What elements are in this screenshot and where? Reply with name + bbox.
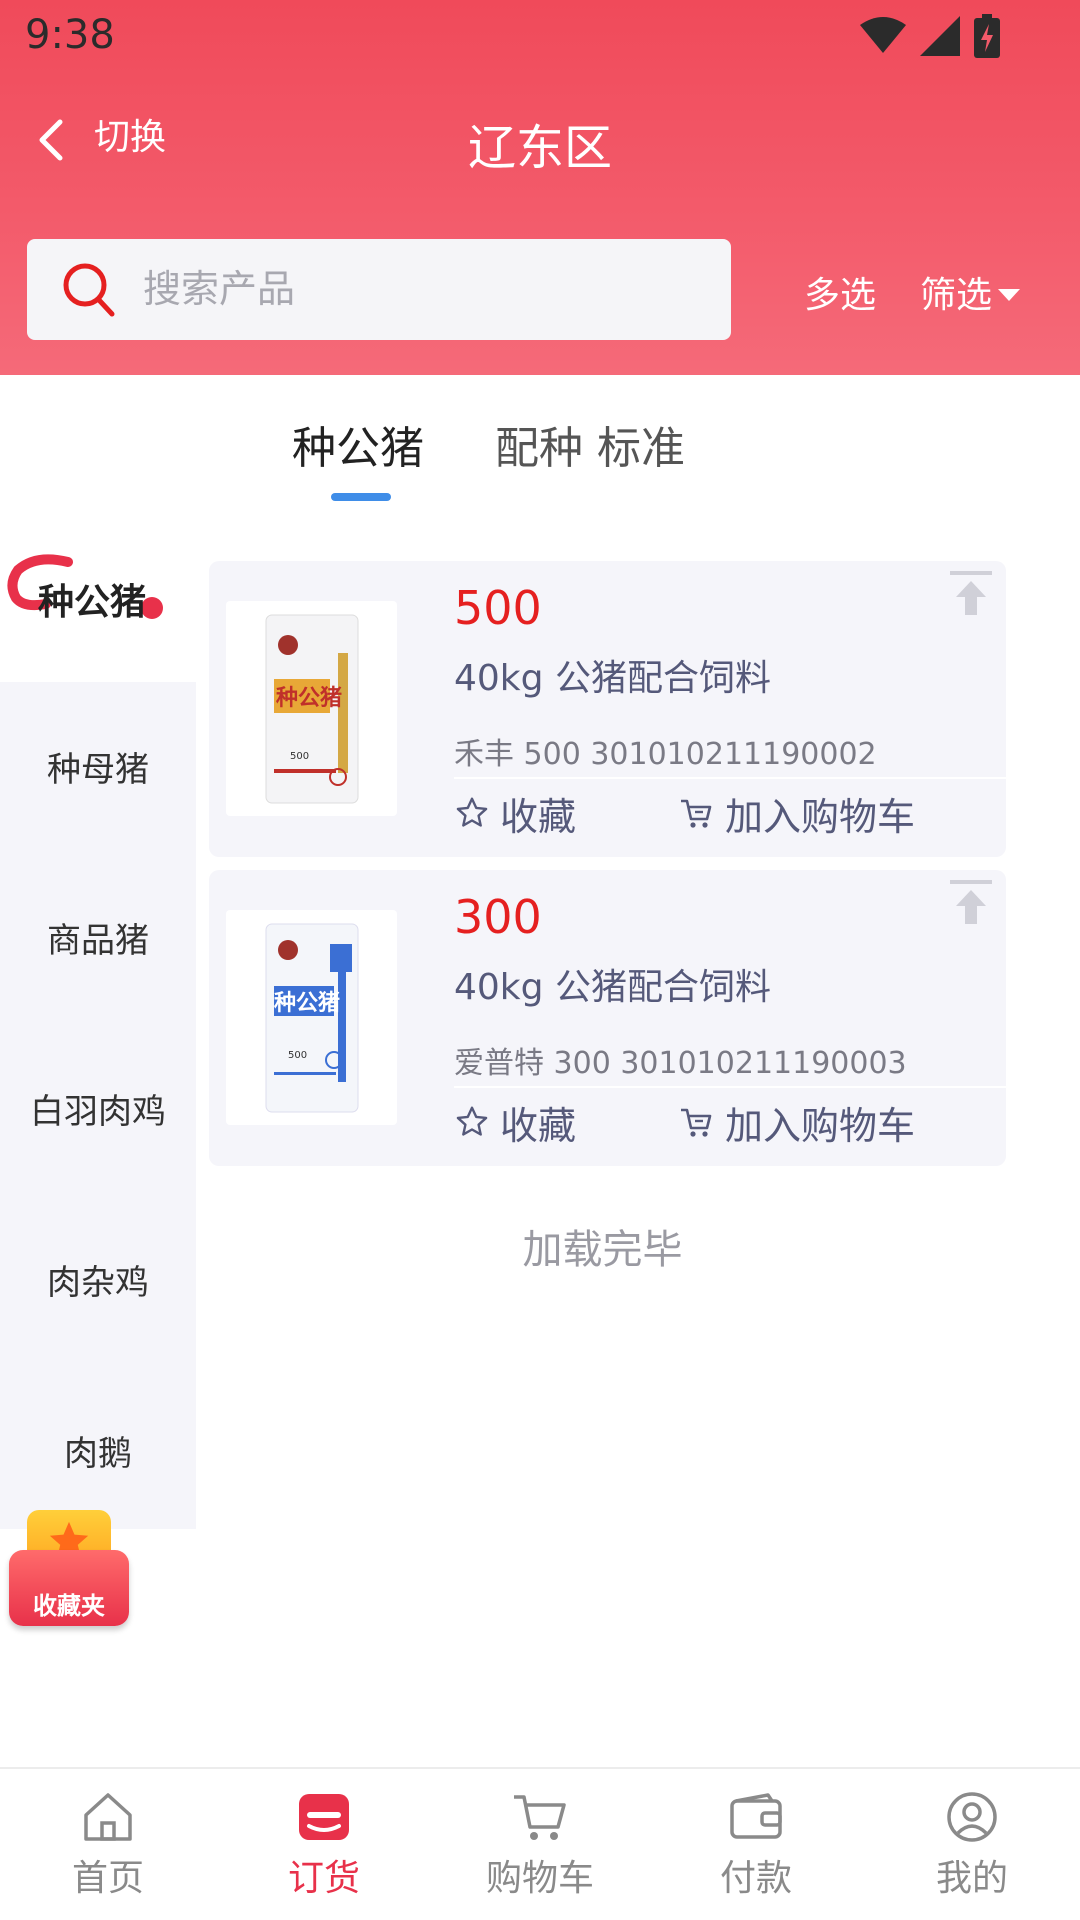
nav-order-label: 订货: [287, 1858, 360, 1899]
filter-button[interactable]: 筛选: [920, 266, 1021, 318]
tab-breeding-standard[interactable]: 配种 标准: [495, 412, 685, 476]
add-to-cart-button[interactable]: 加入购物车: [679, 1092, 915, 1152]
product-name: 40kg 公猪配合饲料: [454, 967, 771, 1008]
status-time: 9:38: [25, 12, 115, 58]
bag-spec-text: 500: [288, 1050, 307, 1061]
nav-home[interactable]: 首页: [28, 1787, 188, 1901]
battery-icon: [974, 14, 1000, 58]
caret-down-icon: [998, 289, 1021, 301]
favorite-label: 收藏: [500, 1103, 577, 1148]
add-to-cart-label: 加入购物车: [725, 794, 916, 839]
search-input[interactable]: [143, 261, 703, 317]
product-image[interactable]: 种公猪 500: [226, 601, 397, 816]
category-sidebar: [0, 542, 196, 1529]
wallet-icon: [730, 1793, 782, 1839]
nav-profile[interactable]: 我的: [892, 1787, 1052, 1901]
favorite-button[interactable]: 收藏: [454, 783, 576, 843]
bottom-nav: 首页 订货 购物车 付款 我的: [0, 1767, 1080, 1920]
sidebar-item-goose[interactable]: 肉鹅: [0, 1426, 196, 1475]
sidebar-item-label: 种公猪: [38, 582, 147, 623]
favorite-label: 收藏: [500, 794, 577, 839]
nav-cart-label: 购物车: [485, 1858, 594, 1899]
bag-brand-text: 种公猪: [276, 685, 342, 711]
sidebar-item-broiler[interactable]: 白羽肉鸡: [0, 1084, 196, 1133]
pin-top-icon[interactable]: [950, 880, 992, 926]
nav-profile-label: 我的: [935, 1858, 1008, 1899]
nav-cart[interactable]: 购物车: [460, 1787, 620, 1901]
feed-bag-image: 种公猪 500: [265, 614, 359, 804]
pin-top-icon[interactable]: [950, 571, 992, 617]
cart-icon: [514, 1795, 566, 1840]
tab-boar[interactable]: 种公猪: [292, 412, 424, 476]
card-divider: [454, 777, 1006, 779]
add-to-cart-label: 加入购物车: [725, 1103, 916, 1148]
cart-icon: [681, 799, 712, 828]
wifi-icon: [860, 17, 906, 53]
signal-icon: [920, 16, 960, 56]
home-icon: [84, 1793, 132, 1841]
product-card[interactable]: 种公猪 500 500 40kg 公猪配合饲料 禾丰 500 301010211…: [209, 561, 1006, 857]
status-icons: [860, 14, 1000, 58]
bag-spec-text: 500: [290, 751, 309, 762]
product-image[interactable]: 种公猪 500: [226, 910, 397, 1125]
tab-indicator: [331, 493, 391, 501]
product-card[interactable]: 种公猪 500 300 40kg 公猪配合饲料 爱普特 300 30101021…: [209, 870, 1006, 1166]
product-price: 500: [454, 581, 542, 635]
favorite-button[interactable]: 收藏: [454, 1092, 576, 1152]
product-code: 禾丰 500 301010211190002: [454, 737, 877, 772]
favorites-folder-label: 收藏夹: [33, 1592, 105, 1620]
sidebar-item-market-pig[interactable]: 商品猪: [0, 913, 196, 962]
nav-order[interactable]: 订货: [244, 1787, 404, 1901]
favorites-folder-button[interactable]: 收藏夹: [9, 1510, 129, 1626]
page-title: 辽东区: [467, 120, 612, 176]
star-outline-icon: [456, 1106, 488, 1136]
app-header: 9:38 切换 辽东区 多选 筛选: [0, 0, 1080, 375]
profile-icon: [947, 1792, 997, 1842]
product-code: 爱普特 300 301010211190003: [454, 1046, 907, 1081]
search-box[interactable]: [27, 239, 731, 340]
nav-payment-label: 付款: [719, 1858, 792, 1899]
product-name: 40kg 公猪配合饲料: [454, 658, 771, 699]
filter-label: 筛选: [920, 275, 993, 316]
add-to-cart-button[interactable]: 加入购物车: [679, 783, 915, 843]
nav-home-label: 首页: [71, 1858, 144, 1899]
star-outline-icon: [456, 797, 488, 827]
nav-payment[interactable]: 付款: [676, 1787, 836, 1901]
sidebar-item-sow[interactable]: 种母猪: [0, 742, 196, 791]
bag-brand-text: 种公猪: [274, 990, 340, 1016]
feed-bag-image: 种公猪 500: [265, 923, 359, 1113]
multi-select-button[interactable]: 多选: [804, 266, 876, 318]
search-icon: [63, 263, 115, 317]
load-complete-text: 加载完毕: [522, 1227, 683, 1273]
product-price: 300: [454, 890, 542, 944]
cart-icon: [681, 1108, 712, 1137]
card-divider: [454, 1086, 1006, 1088]
order-icon: [299, 1794, 349, 1840]
sidebar-item-hybrid-chicken[interactable]: 肉杂鸡: [0, 1255, 196, 1304]
